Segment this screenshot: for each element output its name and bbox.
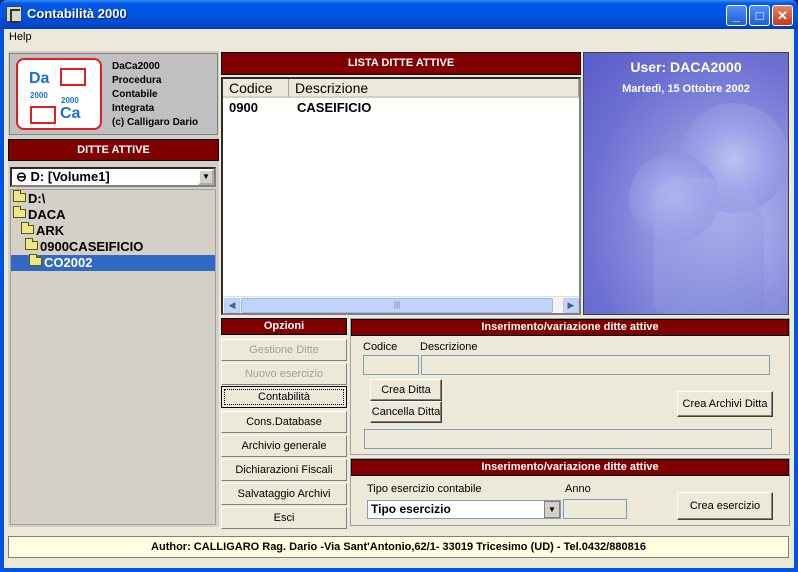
esercizio-form-panel: Inserimento/variazione ditte attive Tipo… [350, 458, 790, 526]
user-title: User: DACA2000 [630, 59, 742, 75]
logo-rect-top [60, 68, 86, 86]
ditte-attive-header: DITTE ATTIVE [8, 139, 219, 161]
codice-field[interactable] [363, 355, 419, 375]
descrizione-field[interactable] [421, 355, 770, 375]
tipo-esercizio-label: Tipo esercizio contabile [367, 483, 482, 495]
logo-text: DaCa2000 Procedura Contabile Integrata (… [112, 60, 198, 130]
esci-button[interactable]: Esci [221, 507, 347, 529]
gestione-ditte-button[interactable]: Gestione Ditte [221, 339, 347, 361]
tree-item-selected[interactable]: CO2002 [11, 254, 215, 271]
hand-image [654, 178, 764, 313]
tipo-esercizio-value: Tipo esercizio [371, 502, 451, 516]
maximize-button[interactable]: □ [749, 5, 770, 26]
column-codice[interactable]: Codice [223, 79, 289, 98]
scroll-thumb[interactable]: ||| [241, 298, 553, 313]
left-panel: Da 2000 2000 Ca DaCa2000 Procedura Conta… [8, 51, 219, 527]
scroll-right-icon[interactable]: ▶ [563, 298, 579, 313]
tree-item[interactable]: 0900CASEIFICIO [25, 238, 144, 255]
logo-line: DaCa2000 [112, 61, 160, 72]
logo-line: (c) Calligaro Dario [112, 117, 199, 128]
window-title: Contabilità 2000 [27, 6, 127, 21]
contabilita-button[interactable]: Contabilità [221, 386, 347, 408]
logo-line: Procedura [112, 75, 162, 86]
scroll-left-icon[interactable]: ◀ [224, 298, 240, 313]
cell-codice[interactable]: 0900 [229, 100, 258, 115]
salvataggio-archivi-button[interactable]: Salvataggio Archivi [221, 483, 347, 505]
folder-icon [13, 206, 26, 218]
cons-database-button[interactable]: Cons.Database [221, 411, 347, 433]
logo-year-1: 2000 [30, 91, 48, 100]
status-bar: Author: CALLIGARO Rag. Dario -Via Sant'A… [8, 536, 789, 558]
tipo-esercizio-select[interactable]: Tipo esercizio ▼ [367, 500, 561, 519]
logo-line: Integrata [112, 103, 155, 114]
app-window: Contabilità 2000 _ □ ✕ Help Da 2000 2000… [0, 0, 798, 572]
column-descrizione[interactable]: Descrizione [289, 79, 579, 98]
crea-archivi-ditta-button[interactable]: Crea Archivi Ditta [677, 391, 773, 417]
tree-item[interactable]: D:\ [13, 190, 46, 207]
folder-icon [21, 222, 34, 234]
user-panel: User: DACA2000 Martedì, 15 Ottobre 2002 [583, 52, 789, 315]
open-folder-icon [29, 254, 42, 266]
tree-item-label: D:\ [28, 191, 46, 206]
logo-rect-bottom [30, 106, 56, 124]
nuovo-esercizio-button[interactable]: Nuovo esercizio [221, 363, 347, 385]
tree-item[interactable]: ARK [21, 222, 65, 239]
folder-icon [25, 238, 38, 250]
ditta-form-header: Inserimento/variazione ditte attive [351, 319, 789, 336]
descrizione-label: Descrizione [420, 341, 478, 353]
drive-value: D: [Volume1] [30, 169, 110, 184]
menu-help[interactable]: Help [9, 31, 32, 43]
horizontal-scrollbar[interactable]: ◀ ||| ▶ [223, 296, 579, 313]
tree-item[interactable]: DACA [13, 206, 66, 223]
anno-label: Anno [565, 483, 591, 495]
logo-year-2: 2000 [61, 96, 79, 105]
folder-icon [13, 190, 26, 202]
ditta-form-panel: Inserimento/variazione ditte attive Codi… [350, 318, 790, 455]
crea-esercizio-button[interactable]: Crea esercizio [677, 492, 773, 520]
opzioni-header: Opzioni [221, 318, 347, 335]
daca-logo: Da 2000 2000 Ca [16, 58, 102, 130]
cancella-ditta-button[interactable]: Cancella Ditta [370, 401, 442, 423]
client-area: Help Da 2000 2000 Ca DaCa2000 Procedura … [4, 29, 794, 568]
tree-item-label: 0900CASEIFICIO [40, 239, 144, 254]
current-date: Martedì, 15 Ottobre 2002 [622, 83, 750, 95]
esercizio-form-header: Inserimento/variazione ditte attive [351, 459, 789, 476]
app-icon[interactable] [6, 6, 22, 23]
window-border-right [794, 29, 798, 568]
info-field[interactable] [364, 429, 772, 449]
folder-tree[interactable]: D:\ DACA ARK 0900CASEIFICIO CO2002 [10, 189, 216, 525]
archivio-generale-button[interactable]: Archivio generale [221, 435, 347, 457]
title-bar[interactable]: Contabilità 2000 _ □ ✕ [0, 0, 798, 29]
menu-bar: Help [4, 29, 794, 47]
logo-da: Da [29, 70, 50, 87]
drive-icon: ⊖ [16, 169, 27, 184]
tree-item-label: CO2002 [44, 255, 93, 270]
window-border-bottom [0, 568, 798, 572]
crea-ditta-button[interactable]: Crea Ditta [370, 379, 442, 401]
chevron-down-icon[interactable]: ▼ [544, 501, 560, 518]
anno-field[interactable] [563, 499, 627, 519]
minimize-button[interactable]: _ [726, 5, 747, 26]
cell-descrizione[interactable]: CASEIFICIO [297, 100, 371, 115]
logo-line: Contabile [112, 89, 158, 100]
close-button[interactable]: ✕ [772, 5, 793, 26]
codice-label: Codice [363, 341, 398, 353]
chevron-down-icon[interactable]: ▼ [198, 169, 214, 185]
ditte-list[interactable]: Codice Descrizione 0900 CASEIFICIO ◀ |||… [221, 77, 581, 315]
logo-box: Da 2000 2000 Ca DaCa2000 Procedura Conta… [9, 53, 218, 135]
dichiarazioni-fiscali-button[interactable]: Dichiarazioni Fiscali [221, 459, 347, 481]
tree-item-label: ARK [36, 223, 65, 238]
tree-item-label: DACA [28, 207, 66, 222]
logo-ca: Ca [60, 105, 81, 122]
drive-select[interactable]: ⊖ D: [Volume1] ▼ [10, 167, 216, 187]
lista-ditte-header: LISTA DITTE ATTIVE [221, 52, 581, 75]
